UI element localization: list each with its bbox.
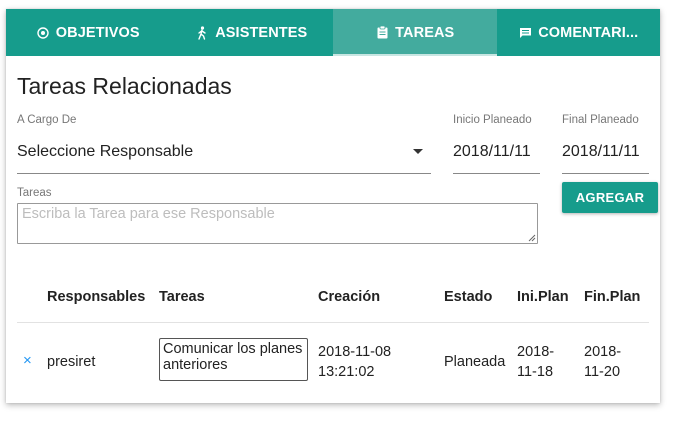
tab-objetivos[interactable]: OBJETIVOS — [6, 9, 170, 56]
person-walking-icon — [195, 25, 209, 40]
table-divider — [17, 322, 649, 323]
final-underline — [562, 173, 649, 174]
target-icon — [36, 26, 50, 40]
row-creacion-date: 2018-11-08 — [318, 344, 392, 360]
tab-label: COMENTARI... — [538, 24, 639, 41]
comment-icon — [518, 26, 532, 40]
header-estado: Estado — [444, 289, 493, 305]
row-ini-plan-a: 2018- — [517, 344, 555, 360]
row-fin-plan: 2018- 11-20 — [584, 342, 621, 382]
tab-label: TAREAS — [395, 24, 455, 41]
tasks-card: OBJETIVOS ASISTENTES TAREAS COMENTARI...… — [6, 9, 660, 403]
tab-tareas[interactable]: TAREAS — [333, 9, 497, 56]
responsable-underline — [17, 173, 431, 174]
tab-bar: OBJETIVOS ASISTENTES TAREAS COMENTARI... — [6, 9, 660, 56]
clipboard-icon — [375, 26, 389, 40]
row-creacion: 2018-11-08 13:21:02 — [318, 342, 391, 382]
inicio-underline — [453, 173, 540, 174]
tab-comentarios[interactable]: COMENTARI... — [497, 9, 661, 56]
row-tarea-input[interactable]: Comunicar los planes anteriores — [159, 338, 308, 381]
close-icon[interactable]: × — [23, 352, 32, 369]
responsable-select[interactable]: Seleccione Responsable — [17, 143, 193, 161]
tareas-label: Tareas — [17, 187, 52, 199]
responsable-label: A Cargo De — [17, 114, 77, 126]
header-fin-plan: Fin.Plan — [584, 289, 641, 305]
row-ini-plan: 2018- 11-18 — [517, 342, 554, 382]
row-creacion-time: 13:21:02 — [318, 364, 375, 380]
tarea-placeholder: Escriba la Tarea para ese Responsable — [22, 206, 275, 222]
tarea-input[interactable]: Escriba la Tarea para ese Responsable — [17, 203, 538, 244]
header-creacion: Creación — [318, 289, 381, 305]
tab-asistentes[interactable]: ASISTENTES — [170, 9, 334, 56]
tab-label: OBJETIVOS — [55, 24, 140, 41]
row-fin-plan-b: 11-20 — [584, 364, 621, 380]
header-ini-plan: Ini.Plan — [517, 289, 569, 305]
header-responsables: Responsables — [47, 289, 146, 305]
inicio-label: Inicio Planeado — [453, 114, 532, 126]
resize-handle-icon[interactable] — [528, 234, 536, 242]
add-button[interactable]: AGREGAR — [562, 182, 658, 213]
row-responsable: presiret — [47, 354, 96, 370]
page-title: Tareas Relacionadas — [17, 73, 232, 99]
final-date-field[interactable]: 2018/11/11 — [562, 143, 640, 161]
tab-label: ASISTENTES — [215, 24, 308, 41]
row-ini-plan-b: 11-18 — [517, 364, 554, 380]
inicio-date-field[interactable]: 2018/11/11 — [453, 143, 531, 161]
final-label: Final Planeado — [562, 114, 639, 126]
row-fin-plan-a: 2018- — [584, 344, 622, 360]
header-tareas: Tareas — [159, 289, 205, 305]
chevron-down-icon[interactable] — [413, 149, 423, 154]
row-estado: Planeada — [444, 354, 506, 370]
